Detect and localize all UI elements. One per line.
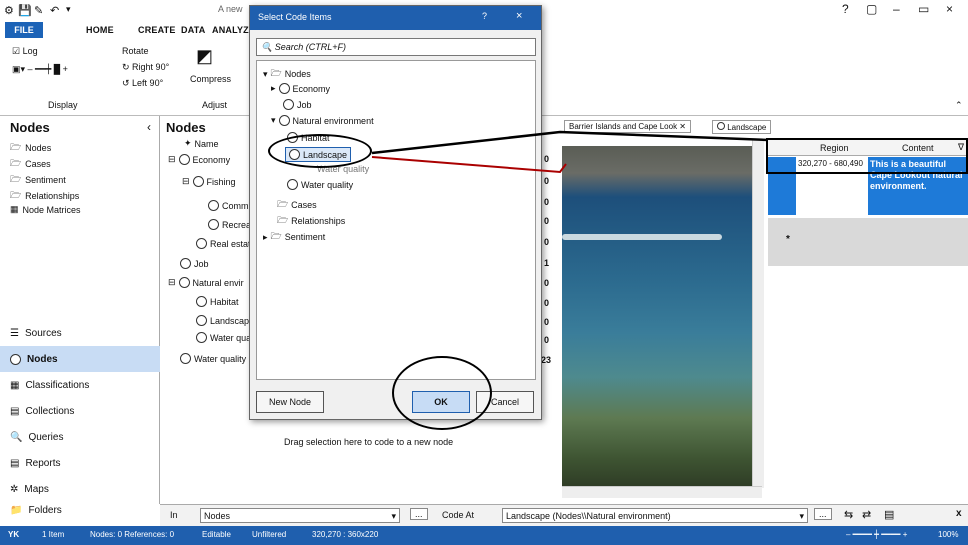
annotation-arrow-line: [371, 130, 769, 155]
annotation-arrow-red: [371, 156, 567, 174]
annotation-arrow: [371, 130, 769, 174]
